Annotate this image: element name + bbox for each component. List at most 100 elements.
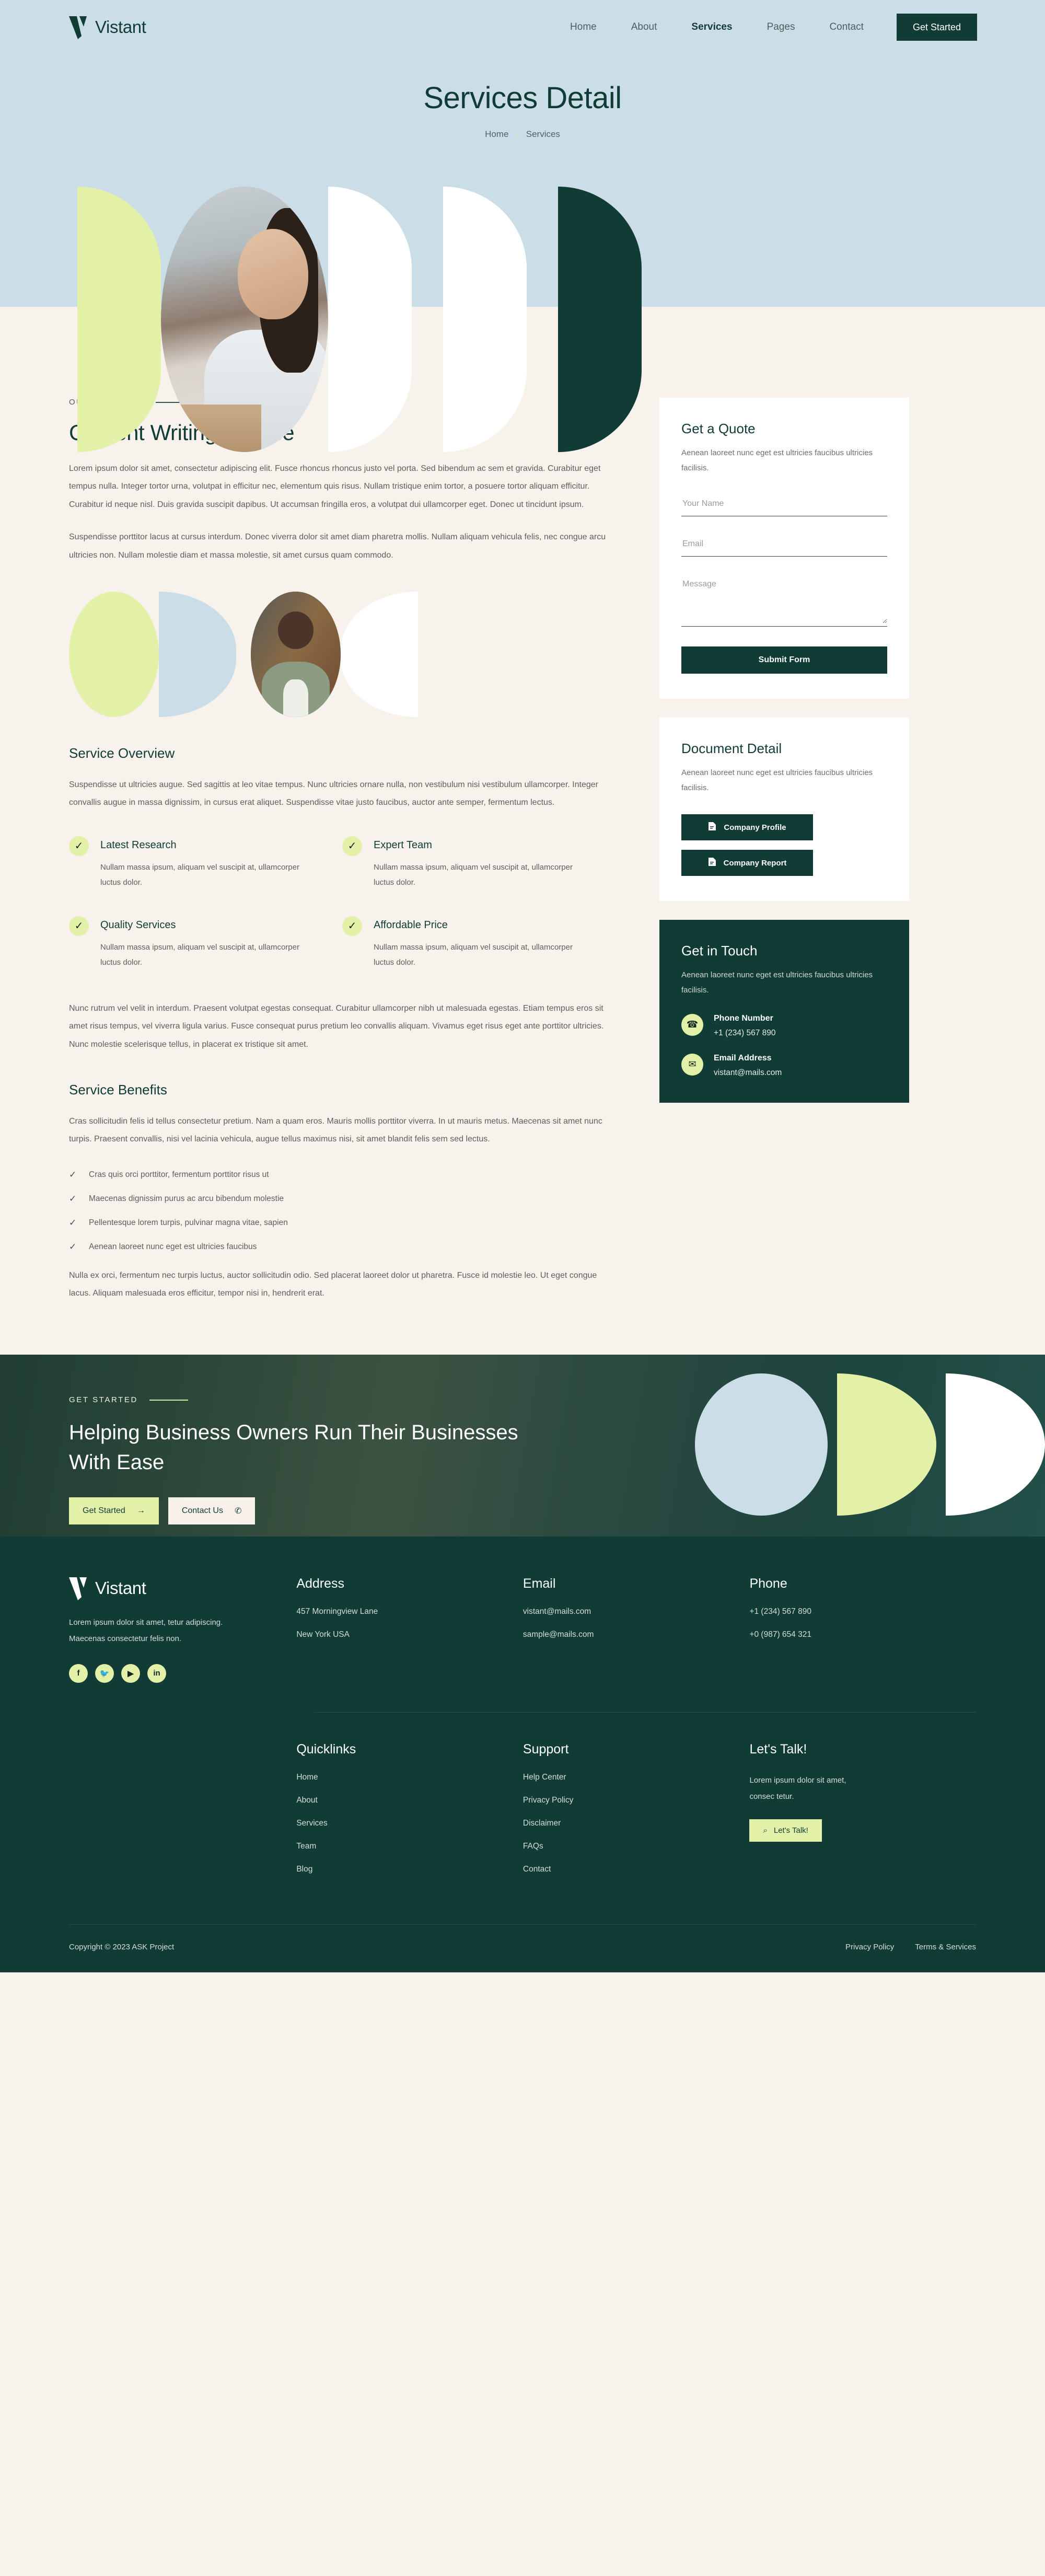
list-item: ✓ Maecenas dignissim purus ac arcu biben… bbox=[69, 1194, 616, 1204]
service-benefits-title: Service Benefits bbox=[69, 1081, 167, 1098]
breadcrumb-home[interactable]: Home bbox=[485, 129, 508, 140]
footer-quicklinks-column: Quicklinks Home About Services Team Blog bbox=[296, 1742, 523, 1888]
check-icon: ✓ bbox=[342, 836, 362, 856]
lets-talk-label: Let's Talk! bbox=[773, 1826, 808, 1835]
cta-eyebrow-rule bbox=[149, 1399, 188, 1401]
phone-icon: ✆ bbox=[234, 1507, 242, 1516]
document-icon bbox=[708, 857, 716, 869]
service-overview-title: Service Overview bbox=[69, 745, 175, 761]
feature-item: ✓ Expert Team Nullam massa ipsum, aliqua… bbox=[342, 836, 616, 891]
footer-legal-links: Privacy Policy Terms & Services bbox=[845, 1943, 976, 1951]
brand-logo[interactable]: Vistant bbox=[69, 15, 146, 39]
cta-contact-us-button[interactable]: Contact Us ✆ bbox=[168, 1497, 256, 1525]
document-detail-card: Document Detail Aenean laoreet nunc eget… bbox=[659, 717, 909, 901]
service-paragraph-3: Nunc rutrum vel velit in interdum. Praes… bbox=[69, 1003, 604, 1049]
hero-shape-row bbox=[0, 172, 1045, 452]
feature-desc: Nullam massa ipsum, aliquam vel suscipit… bbox=[100, 862, 299, 887]
quicklink-home[interactable]: Home bbox=[296, 1773, 318, 1782]
phone-line-2[interactable]: +0 (987) 654 321 bbox=[749, 1630, 811, 1639]
check-icon: ✓ bbox=[69, 916, 89, 937]
feature-desc: Nullam massa ipsum, aliquam vel suscipit… bbox=[374, 943, 573, 967]
nav-link-services[interactable]: Services bbox=[674, 21, 749, 33]
email-row[interactable]: ✉ Email Address vistant@mails.com bbox=[681, 1053, 887, 1078]
arrow-right-icon: → bbox=[136, 1506, 145, 1516]
feature-title: Affordable Price bbox=[374, 919, 448, 931]
message-field-wrap bbox=[681, 575, 887, 627]
cta-get-started-button[interactable]: Get Started → bbox=[69, 1497, 159, 1525]
quicklink-services[interactable]: Services bbox=[296, 1819, 327, 1828]
footer-logo[interactable]: Vistant bbox=[69, 1576, 254, 1601]
cta-eyebrow-label: GET STARTED bbox=[69, 1395, 138, 1405]
legal-terms-services[interactable]: Terms & Services bbox=[915, 1943, 976, 1951]
support-contact[interactable]: Contact bbox=[523, 1865, 551, 1874]
youtube-icon[interactable]: ▶ bbox=[121, 1664, 140, 1683]
quicklink-about[interactable]: About bbox=[296, 1796, 318, 1805]
hero-shapes bbox=[77, 187, 642, 452]
feature-desc: Nullam massa ipsum, aliquam vel suscipit… bbox=[100, 943, 299, 967]
feature-title: Latest Research bbox=[100, 839, 177, 851]
footer-phone-column: Phone +1 (234) 567 890 +0 (987) 654 321 bbox=[749, 1576, 976, 1683]
quote-form-subtitle: Aenean laoreet nunc eget est ultricies f… bbox=[681, 448, 873, 473]
support-privacy-policy[interactable]: Privacy Policy bbox=[523, 1796, 573, 1805]
email-line-2[interactable]: sample@mails.com bbox=[523, 1630, 594, 1639]
footer-address-heading: Address bbox=[296, 1576, 345, 1591]
cta-content: GET STARTED Helping Business Owners Run … bbox=[0, 1355, 1045, 1525]
address-line-1[interactable]: 457 Morningview Lane bbox=[296, 1607, 378, 1616]
email-line-1[interactable]: vistant@mails.com bbox=[523, 1607, 591, 1616]
chat-icon: ⌕ bbox=[763, 1826, 768, 1835]
main-content: OUR SERVICES Content Writing Service Lor… bbox=[0, 365, 1045, 1355]
phone-line-1[interactable]: +1 (234) 567 890 bbox=[749, 1607, 811, 1616]
quicklink-team[interactable]: Team bbox=[296, 1842, 316, 1851]
cta-section: GET STARTED Helping Business Owners Run … bbox=[0, 1355, 1045, 1537]
sidebar: Get a Quote Aenean laoreet nunc eget est… bbox=[659, 398, 909, 1103]
benefit-text: Maecenas dignissim purus ac arcu bibendu… bbox=[89, 1194, 284, 1203]
footer-about-text: Lorem ipsum dolor sit amet, tetur adipis… bbox=[69, 1618, 223, 1644]
legal-privacy-policy[interactable]: Privacy Policy bbox=[845, 1943, 894, 1951]
nav-link-about[interactable]: About bbox=[614, 21, 675, 33]
support-help-center[interactable]: Help Center bbox=[523, 1773, 566, 1782]
site-header: Vistant Home About Services Pages Contac… bbox=[0, 0, 1045, 54]
feature-item: ✓ Latest Research Nullam massa ipsum, al… bbox=[69, 836, 342, 891]
support-faqs[interactable]: FAQs bbox=[523, 1842, 543, 1851]
nav-link-home[interactable]: Home bbox=[553, 21, 614, 33]
mid-shape-row bbox=[69, 591, 616, 717]
company-profile-button[interactable]: Company Profile bbox=[681, 814, 813, 840]
phone-row[interactable]: ☎ Phone Number +1 (234) 567 890 bbox=[681, 1013, 887, 1038]
cta-get-started-label: Get Started bbox=[83, 1506, 125, 1516]
support-disclaimer[interactable]: Disclaimer bbox=[523, 1819, 561, 1828]
linkedin-icon[interactable]: in bbox=[147, 1664, 166, 1683]
check-icon: ✓ bbox=[69, 1169, 77, 1180]
message-textarea[interactable] bbox=[681, 575, 887, 623]
name-input[interactable] bbox=[681, 494, 887, 516]
get-started-button[interactable]: Get Started bbox=[896, 14, 977, 41]
hero-band: Vistant Home About Services Pages Contac… bbox=[0, 0, 1045, 452]
feature-title: Quality Services bbox=[100, 919, 176, 931]
address-line-2[interactable]: New York USA bbox=[296, 1630, 350, 1639]
submit-form-button[interactable]: Submit Form bbox=[681, 646, 887, 674]
service-paragraph-2: Suspendisse porttitor lacus at cursus in… bbox=[69, 533, 606, 560]
nav-link-pages[interactable]: Pages bbox=[750, 21, 812, 33]
hero-shape-lime bbox=[77, 187, 161, 452]
check-icon: ✓ bbox=[69, 836, 89, 856]
breadcrumb-current[interactable]: Services bbox=[526, 129, 560, 140]
company-report-button[interactable]: Company Report bbox=[681, 850, 813, 876]
feature-item: ✓ Quality Services Nullam massa ipsum, a… bbox=[69, 916, 342, 971]
quote-form-title: Get a Quote bbox=[681, 421, 756, 436]
twitter-icon[interactable]: 🐦 bbox=[95, 1664, 114, 1683]
phone-icon: ☎ bbox=[681, 1013, 703, 1036]
site-footer: Vistant Lorem ipsum dolor sit amet, tetu… bbox=[0, 1537, 1045, 1972]
footer-lets-talk-text: Lorem ipsum dolor sit amet, consec tetur… bbox=[749, 1775, 846, 1801]
breadcrumb: Home › Services bbox=[0, 129, 1045, 140]
nav-link-contact[interactable]: Contact bbox=[812, 21, 880, 33]
email-input[interactable] bbox=[681, 535, 887, 556]
lets-talk-button[interactable]: ⌕ Let's Talk! bbox=[749, 1819, 822, 1842]
page-root: Vistant Home About Services Pages Contac… bbox=[0, 0, 1045, 1972]
hero-shape-white-2 bbox=[443, 187, 527, 452]
name-field-wrap bbox=[681, 494, 887, 516]
footer-phone-heading: Phone bbox=[749, 1576, 787, 1591]
check-icon: ✓ bbox=[69, 1193, 77, 1204]
facebook-icon[interactable]: f bbox=[69, 1664, 88, 1683]
quicklink-blog[interactable]: Blog bbox=[296, 1865, 312, 1874]
benefits-list: ✓ Cras quis orci porttitor, fermentum po… bbox=[69, 1170, 616, 1252]
company-report-label: Company Report bbox=[723, 858, 787, 868]
